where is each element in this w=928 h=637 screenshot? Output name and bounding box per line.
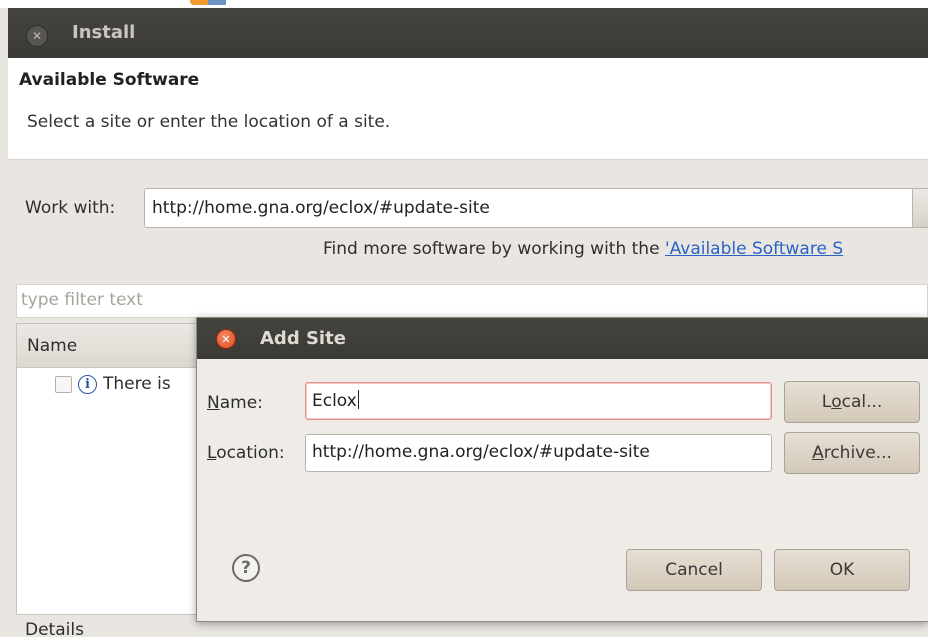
details-label: Details xyxy=(25,620,84,637)
software-tree[interactable]: Name i There is xyxy=(16,323,200,615)
desktop-top-strip xyxy=(0,0,928,8)
page-title: Available Software xyxy=(19,70,200,90)
close-icon[interactable]: ✕ xyxy=(216,329,236,349)
work-with-input[interactable]: http://home.gna.org/eclox/#update-site xyxy=(144,188,914,228)
install-window-titlebar[interactable]: ✕ Install xyxy=(8,8,928,58)
location-label-text: ocation: xyxy=(216,443,285,463)
add-site-dialog: ✕ Add Site Name: Eclox Lo cal... Location… xyxy=(196,317,928,622)
dialog-titlebar[interactable]: ✕ Add Site xyxy=(197,318,928,359)
text-caret xyxy=(357,390,359,409)
location-label: Location: xyxy=(207,443,285,463)
local-button-suffix: cal... xyxy=(841,392,883,412)
close-icon[interactable]: ✕ xyxy=(26,25,48,47)
location-label-mnemonic: L xyxy=(207,443,217,463)
column-header-name[interactable]: Name xyxy=(17,324,199,368)
location-field[interactable]: http://home.gna.org/eclox/#update-site xyxy=(305,434,772,472)
window-title: Install xyxy=(72,22,136,43)
archive-button-mnemonic: A xyxy=(812,443,824,463)
name-label-mnemonic: N xyxy=(207,393,220,413)
info-icon: i xyxy=(78,374,97,394)
page-description: Select a site or enter the location of a… xyxy=(27,112,391,132)
help-icon[interactable]: ? xyxy=(232,554,260,582)
panel-icons xyxy=(190,0,250,5)
tree-item[interactable]: i There is xyxy=(55,374,171,394)
work-with-label: Work with: xyxy=(25,198,116,218)
archive-button-text: rchive... xyxy=(823,443,892,463)
name-label: Name: xyxy=(207,393,263,413)
local-button-prefix: L xyxy=(821,392,832,412)
find-more-text: Find more software by working with the '… xyxy=(323,239,843,259)
find-more-prefix: Find more software by working with the xyxy=(323,239,665,259)
dialog-title: Add Site xyxy=(260,328,346,349)
wizard-header: Available Software Select a site or ente… xyxy=(8,58,928,160)
cancel-button[interactable]: Cancel xyxy=(626,549,762,591)
tree-item-label: There is xyxy=(103,374,171,394)
name-field[interactable]: Eclox xyxy=(305,382,772,420)
name-label-text: ame: xyxy=(219,393,263,413)
local-button-mnemonic: o xyxy=(831,392,842,412)
archive-button[interactable]: Archive... xyxy=(784,432,920,474)
filter-input[interactable]: type filter text xyxy=(16,284,928,318)
item-checkbox[interactable] xyxy=(55,375,72,393)
ok-button[interactable]: OK xyxy=(774,549,910,591)
local-button[interactable]: Lo cal... xyxy=(784,381,920,423)
available-software-sites-link[interactable]: 'Available Software S xyxy=(665,239,843,259)
work-with-dropdown-button[interactable] xyxy=(912,188,928,228)
name-field-value: Eclox xyxy=(312,391,357,411)
